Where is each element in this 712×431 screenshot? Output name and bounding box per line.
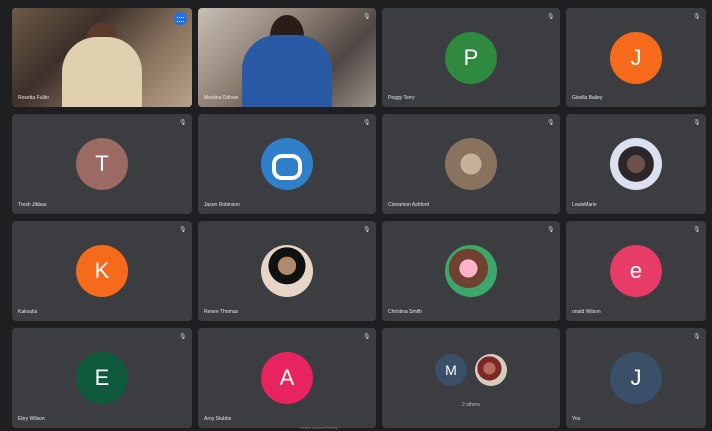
participant-name: Kakoulia: [18, 309, 38, 315]
mute-icon: 🎙: [363, 120, 371, 126]
mute-icon: 🎙: [363, 14, 371, 20]
mute-icon: 🎙: [547, 227, 555, 233]
participant-tile-rosetta[interactable]: Rosetta Fuller: [12, 8, 192, 107]
avatar: J: [610, 31, 662, 84]
participant-tile-tresh[interactable]: T 🎙 Tresh Jibbas: [12, 114, 192, 214]
mute-icon: 🎙: [179, 334, 187, 340]
participant-tile-louiemarie[interactable]: 🎙 LouieMarie: [566, 114, 706, 214]
avatar: P: [445, 31, 497, 84]
participant-tile-ebry[interactable]: E 🎙 Ebry Wilson: [12, 328, 192, 428]
mute-icon: 🎙: [693, 120, 701, 126]
participant-name: Renee Thomas: [204, 309, 239, 315]
participant-name: Ebry Wilson: [18, 416, 45, 422]
participant-tile-you[interactable]: J 🎙 You: [566, 328, 706, 428]
participant-name: Peggy Terry: [388, 95, 415, 101]
participant-name: You: [572, 416, 581, 422]
participant-tile-jason[interactable]: 🎙 Jason Robinson: [198, 114, 376, 214]
profile-photo-avatar: [261, 245, 313, 297]
mute-icon: 🎙: [547, 14, 555, 20]
participant-name: LouieMarie: [572, 202, 597, 208]
mute-icon: 🎙: [547, 120, 555, 126]
profile-photo-avatar: [610, 138, 662, 190]
avatar: K: [76, 245, 128, 297]
participant-tile-cinnamon[interactable]: 🎙 Cinnamon Ashford: [382, 114, 560, 214]
participant-name: Mosiina Odhwe: [204, 95, 239, 101]
participant-name: Christina Smith: [388, 309, 422, 315]
participant-tile-christina[interactable]: 🎙 Christina Smith: [382, 221, 560, 321]
profile-photo-avatar: [445, 138, 497, 190]
participant-name: Tresh Jibbas: [18, 202, 47, 208]
dd-logo-icon: [272, 154, 302, 180]
avatar: J: [610, 352, 662, 404]
mute-icon: 🎙: [693, 334, 701, 340]
profile-photo-avatar: [475, 354, 507, 386]
brand-logo-avatar: [261, 138, 313, 190]
participant-tile-peggy[interactable]: P 🎙 Peggy Terry: [382, 8, 560, 107]
participant-tile-gisella[interactable]: J 🎙 Gisella Bailey: [566, 8, 706, 107]
avatar: M: [435, 354, 467, 386]
mute-icon: 🎙: [363, 334, 371, 340]
grouped-avatars: M: [435, 354, 507, 390]
participant-tile-arny[interactable]: A 🎙 Arny Stubbs: [198, 328, 376, 428]
mute-icon: 🎙: [693, 14, 701, 20]
participant-name: onald Wilson: [572, 309, 601, 315]
participant-name: Rosetta Fuller: [18, 95, 50, 101]
participant-grid: Rosetta Fuller 🎙 Mosiina Odhwe P 🎙 Peggy…: [12, 8, 708, 429]
participant-body: [242, 35, 332, 107]
mute-icon: 🎙: [363, 227, 371, 233]
participant-tile-renee[interactable]: 🎙 Renee Thomas: [198, 221, 376, 321]
participant-tile-others[interactable]: M 2 others: [382, 328, 560, 428]
participant-name: Gisella Bailey: [572, 95, 603, 101]
participant-name: Cinnamon Ashford: [388, 202, 430, 208]
mute-icon: 🎙: [693, 227, 701, 233]
participant-tile-mosiina[interactable]: 🎙 Mosiina Odhwe: [198, 8, 376, 107]
speaking-indicator-icon: [174, 12, 187, 25]
bottom-caption: Leave Lesson Ready: [300, 425, 338, 430]
avatar: T: [76, 138, 128, 190]
participant-tile-kakoulia[interactable]: K 🎙 Kakoulia: [12, 221, 192, 321]
mute-icon: 🎙: [179, 120, 187, 126]
participant-name: Jason Robinson: [204, 202, 240, 208]
avatar: E: [76, 352, 128, 404]
avatar: A: [261, 352, 313, 404]
participant-body: [62, 37, 142, 107]
participant-tile-onald[interactable]: e 🎙 onald Wilson: [566, 221, 706, 321]
avatar: e: [610, 245, 662, 297]
profile-photo-avatar: [445, 245, 497, 297]
mute-icon: 🎙: [179, 227, 187, 233]
participant-name: 2 others: [461, 402, 481, 408]
participant-name: Arny Stubbs: [204, 416, 232, 422]
